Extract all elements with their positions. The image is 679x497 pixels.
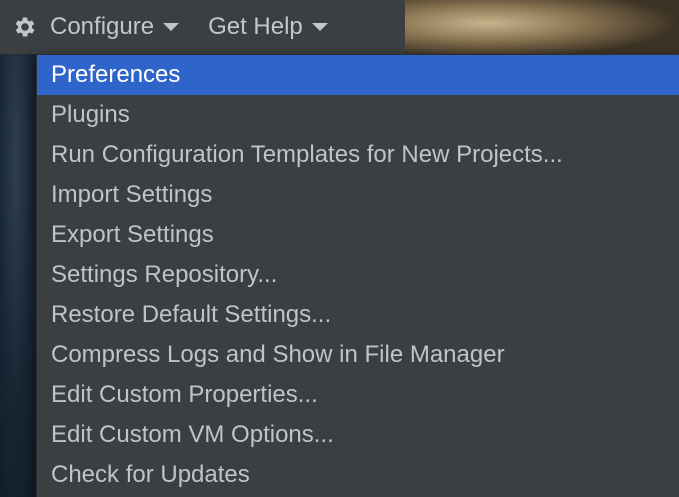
menu-item-edit-custom-properties[interactable]: Edit Custom Properties... [37,375,679,415]
menu-item-edit-custom-vm-options[interactable]: Edit Custom VM Options... [37,415,679,455]
configure-label: Configure [50,13,155,40]
menu-item-compress-logs[interactable]: Compress Logs and Show in File Manager [37,335,679,375]
wallpaper-coast-region [0,52,40,497]
wallpaper-rock-region [405,0,679,58]
menu-item-run-configuration-templates[interactable]: Run Configuration Templates for New Proj… [37,135,679,175]
menu-item-plugins[interactable]: Plugins [37,95,679,135]
chevron-down-icon [311,23,328,31]
configure-dropdown-menu: Preferences Plugins Run Configuration Te… [36,54,679,497]
menu-item-restore-default-settings[interactable]: Restore Default Settings... [37,295,679,335]
menu-item-settings-repository[interactable]: Settings Repository... [37,255,679,295]
get-help-menu-button[interactable]: Get Help [208,7,329,47]
menu-item-check-for-updates[interactable]: Check for Updates [37,455,679,495]
configure-menu-button[interactable]: Configure [12,7,180,47]
menu-item-import-settings[interactable]: Import Settings [37,175,679,215]
welcome-toolbar: Configure Get Help [0,0,405,54]
menu-item-preferences[interactable]: Preferences [37,55,679,95]
gear-icon [15,17,35,37]
get-help-label: Get Help [208,13,303,40]
chevron-down-icon [163,23,180,31]
menu-item-export-settings[interactable]: Export Settings [37,215,679,255]
